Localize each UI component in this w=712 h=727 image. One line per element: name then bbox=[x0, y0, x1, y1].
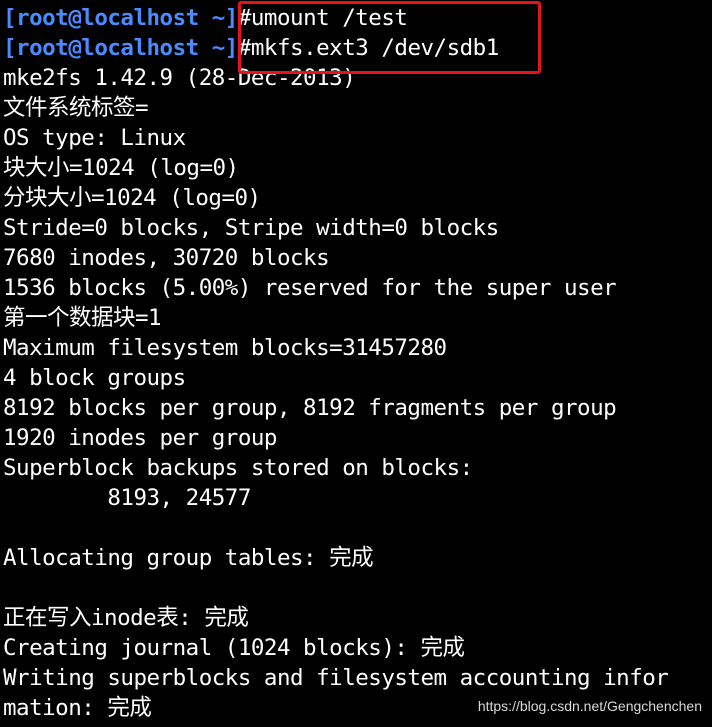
terminal-line: Allocating group tables: 完成 bbox=[3, 545, 374, 571]
terminal-line: [root@localhost ~]#umount /test bbox=[3, 3, 408, 33]
terminal-line: 4 block groups bbox=[3, 365, 186, 391]
shell-prompt: [root@localhost ~] bbox=[3, 5, 238, 31]
terminal-line: 1536 blocks (5.00%) reserved for the sup… bbox=[3, 275, 617, 301]
terminal-line: 块大小=1024 (log=0) bbox=[3, 155, 239, 181]
terminal-line: 1920 inodes per group bbox=[3, 425, 277, 451]
terminal-line: 7680 inodes, 30720 blocks bbox=[3, 245, 330, 271]
terminal-line: Maximum filesystem blocks=31457280 bbox=[3, 335, 447, 361]
terminal-line: 第一个数据块=1 bbox=[3, 305, 162, 331]
terminal-line: Writing superblocks and filesystem accou… bbox=[3, 665, 669, 691]
terminal-line: Creating journal (1024 blocks): 完成 bbox=[3, 635, 465, 661]
terminal-line: 分块大小=1024 (log=0) bbox=[3, 185, 261, 211]
terminal-line: 8193, 24577 bbox=[3, 485, 251, 511]
terminal-line: mke2fs 1.42.9 (28-Dec-2013) bbox=[3, 65, 356, 91]
terminal-window[interactable]: [root@localhost ~]#umount /test [root@lo… bbox=[0, 0, 712, 727]
terminal-line: 正在写入inode表: 完成 bbox=[3, 605, 249, 631]
terminal-line: mation: 完成 bbox=[3, 695, 152, 721]
terminal-line: Stride=0 blocks, Stripe width=0 blocks bbox=[3, 215, 499, 241]
command-umount: #umount /test bbox=[237, 5, 408, 31]
shell-prompt: [root@localhost ~] bbox=[3, 35, 238, 61]
terminal-line: [root@localhost ~]#mkfs.ext3 /dev/sdb1 bbox=[3, 33, 499, 63]
watermark: https://blog.csdn.net/Gengchenchen bbox=[477, 698, 702, 714]
terminal-line: 8192 blocks per group, 8192 fragments pe… bbox=[3, 395, 617, 421]
terminal-line: 文件系统标签= bbox=[3, 95, 149, 121]
terminal-line: OS type: Linux bbox=[3, 125, 186, 151]
command-mkfs: #mkfs.ext3 /dev/sdb1 bbox=[237, 35, 499, 61]
terminal-line: Superblock backups stored on blocks: bbox=[3, 455, 473, 481]
